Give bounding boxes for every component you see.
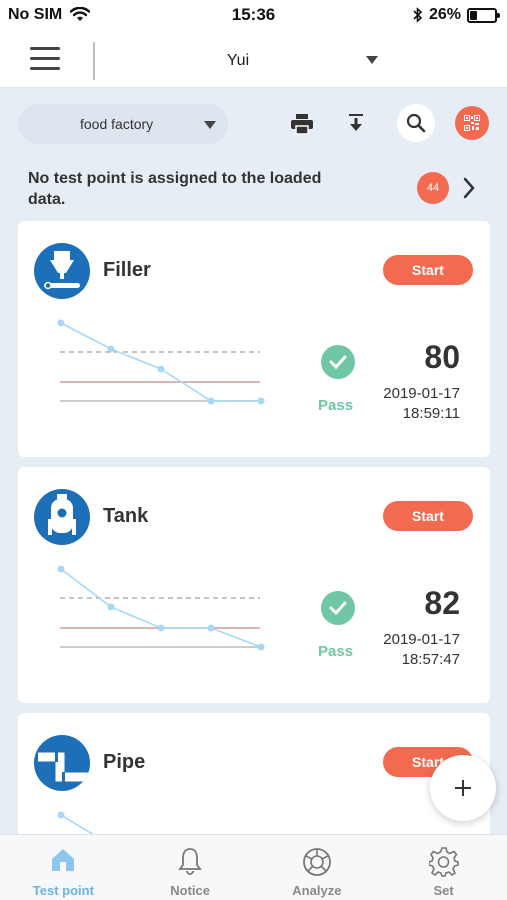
card-title: Tank bbox=[103, 505, 149, 527]
pass-label: Pass bbox=[318, 643, 354, 660]
add-test-point-button[interactable] bbox=[430, 755, 496, 821]
test-time: 18:59:11 bbox=[402, 405, 460, 422]
start-button[interactable]: Start bbox=[383, 501, 473, 531]
user-selector-label[interactable]: Yui bbox=[198, 52, 278, 70]
qr-code-icon bbox=[464, 115, 480, 131]
bell-icon bbox=[178, 848, 202, 875]
search-icon bbox=[406, 113, 426, 133]
notice-count-badge[interactable]: 44 bbox=[417, 172, 449, 204]
nav-label: Analyze bbox=[292, 883, 342, 898]
factory-select[interactable]: food factory bbox=[18, 104, 228, 144]
user-dropdown-icon[interactable] bbox=[366, 56, 378, 64]
test-point-card-tank[interactable]: Tank Start Pass 82 2019-01-17 18:57:47 bbox=[18, 467, 490, 703]
test-point-card-filler[interactable]: Filler Start Pass 80 2019-01-17 18:59:11 bbox=[18, 221, 490, 457]
test-time: 18:57:47 bbox=[401, 651, 460, 668]
score-value: 80 bbox=[424, 339, 460, 375]
battery-level bbox=[470, 10, 477, 20]
qr-scan-button[interactable] bbox=[455, 106, 489, 140]
card-title: Pipe bbox=[103, 751, 146, 773]
nav-label: Test point bbox=[32, 883, 94, 898]
filler-icon bbox=[34, 243, 90, 299]
nav-label: Notice bbox=[170, 883, 210, 898]
pass-label: Pass bbox=[318, 397, 354, 414]
start-button[interactable]: Start bbox=[383, 255, 473, 285]
test-date: 2019-01-17 bbox=[383, 631, 460, 648]
check-icon bbox=[321, 345, 355, 379]
chevron-right-icon[interactable] bbox=[462, 176, 476, 200]
trend-sparkline bbox=[57, 811, 94, 834]
gear-icon bbox=[428, 847, 459, 877]
tab-test-point[interactable]: Test point bbox=[0, 835, 127, 900]
tab-analyze[interactable]: Analyze bbox=[254, 835, 381, 900]
header-divider bbox=[93, 42, 95, 80]
bluetooth-icon bbox=[413, 7, 423, 23]
tank-icon bbox=[34, 489, 90, 545]
chevron-down-icon bbox=[204, 121, 216, 129]
menu-button[interactable] bbox=[30, 45, 60, 73]
bottom-nav: Test point Notice Analyze Set bbox=[0, 834, 507, 900]
test-point-card-pipe[interactable]: Pipe Start bbox=[18, 713, 490, 834]
trend-sparkline bbox=[57, 319, 265, 405]
status-bar: No SIM 15:36 26% bbox=[0, 0, 507, 30]
nav-label: Set bbox=[433, 883, 454, 898]
test-date: 2019-01-17 bbox=[383, 385, 460, 402]
pipe-icon bbox=[34, 735, 90, 791]
tab-notice[interactable]: Notice bbox=[127, 835, 254, 900]
tab-set[interactable]: Set bbox=[380, 835, 507, 900]
trend-sparkline bbox=[57, 565, 265, 651]
app-header: Yui bbox=[0, 30, 507, 88]
card-title: Filler bbox=[103, 259, 151, 281]
analyze-icon bbox=[302, 848, 331, 876]
status-right: 26% bbox=[413, 6, 500, 24]
check-icon bbox=[321, 591, 355, 625]
notice-message: No test point is assigned to the loaded … bbox=[28, 170, 322, 208]
home-icon bbox=[52, 849, 75, 871]
download-icon[interactable] bbox=[349, 114, 363, 132]
print-icon[interactable] bbox=[290, 113, 314, 135]
battery-icon bbox=[467, 7, 500, 23]
battery-percent: 26% bbox=[428, 6, 461, 23]
score-value: 82 bbox=[424, 585, 460, 621]
factory-label: food factory bbox=[80, 116, 154, 132]
search-button[interactable] bbox=[397, 104, 435, 142]
